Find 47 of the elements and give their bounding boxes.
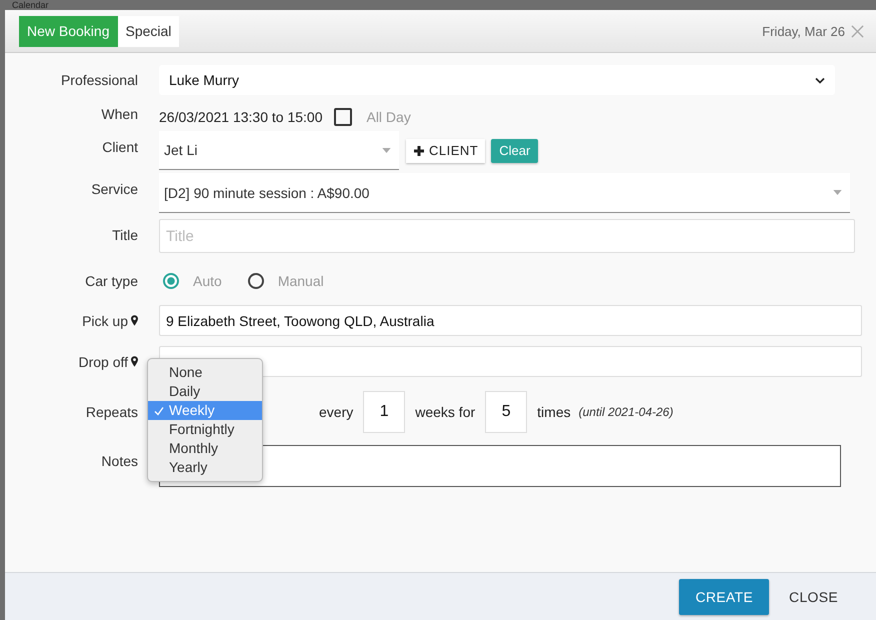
field-label: Title [111, 226, 138, 243]
caret-icon [382, 148, 391, 152]
count-input[interactable]: 5 [485, 391, 528, 433]
field-label: Notes [100, 452, 138, 469]
every-label: every [319, 404, 354, 420]
times-label: times [537, 404, 571, 420]
client-select[interactable]: Jet Li [159, 131, 399, 170]
field-label: Client [101, 138, 138, 155]
map-pin-icon [131, 315, 138, 326]
field-label: Service [90, 180, 138, 197]
radio-button[interactable] [248, 273, 264, 289]
caret-icon [833, 190, 842, 195]
interval-input[interactable]: 1 [363, 391, 406, 433]
field-label: Professional [60, 72, 138, 88]
menu-item[interactable]: Yearly [148, 458, 262, 477]
map-pin-icon [131, 356, 138, 367]
calendar-title: Calendar [12, 1, 49, 10]
menu-item[interactable]: None [148, 363, 262, 382]
all-day-label: All Day [366, 109, 411, 125]
menu-item[interactable]: Daily [148, 382, 262, 401]
footer-button[interactable]: CREATE [679, 578, 770, 614]
professional-select[interactable]: Luke Murry [159, 65, 835, 95]
field-label: Drop off [78, 354, 128, 370]
field-label: Car type [84, 273, 138, 289]
drop-off-input[interactable] [159, 346, 862, 377]
all-day-checkbox[interactable] [334, 108, 352, 126]
radio-label: Auto [193, 273, 222, 289]
date-label: Friday, Mar 26 [762, 24, 845, 38]
service-select[interactable]: [D2] 90 minute session : A$90.00 [159, 173, 850, 213]
menu-item[interactable]: Fortnightly [148, 420, 262, 439]
check-icon [154, 406, 164, 416]
until-note: (until 2021-04-26) [578, 405, 674, 419]
field-label: Pick up [82, 312, 128, 328]
field-label: When [100, 106, 138, 122]
unit-label: weeks for [415, 404, 476, 420]
add-client-button[interactable]: CLIENT [406, 138, 486, 162]
field-label: Repeats [84, 404, 138, 420]
title-input[interactable]: Title [159, 219, 855, 253]
chevron-icon [815, 76, 825, 84]
radio-label: Manual [278, 273, 324, 289]
pick-up-input[interactable]: 9 Elizabeth Street, Toowong QLD, Australia [159, 305, 862, 336]
date-time-text: 26/03/2021 13:30 to 15:00 [159, 109, 322, 125]
plus-icon [413, 144, 425, 156]
menu-item[interactable]: Monthly [148, 439, 262, 458]
footer-button[interactable]: CLOSE [771, 578, 856, 614]
radio-button[interactable] [163, 273, 179, 289]
tab[interactable]: Special [118, 16, 180, 46]
